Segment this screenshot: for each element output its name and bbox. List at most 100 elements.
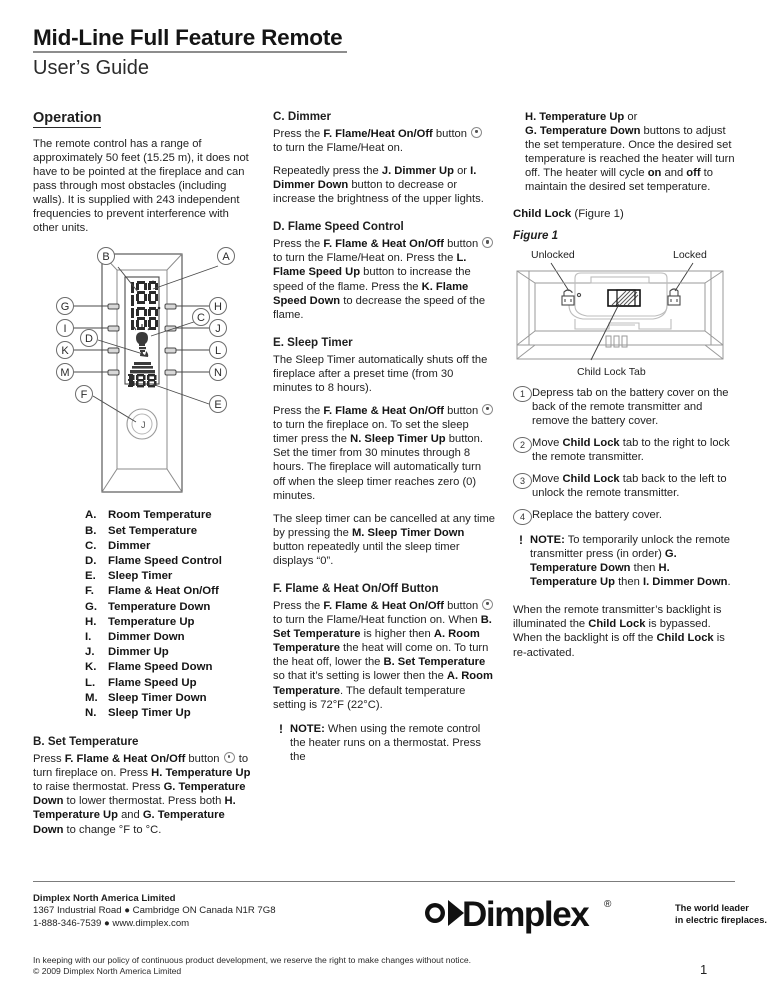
text-run: so that it’s setting is lower then the <box>273 670 447 683</box>
text-run: Press the <box>273 127 324 140</box>
operation-intro-paragraph: The remote control has a range of approx… <box>33 137 249 235</box>
list-item: H. Temperature Up <box>33 615 251 630</box>
svg-text:L: L <box>215 345 221 357</box>
legend-label: Flame Speed Down <box>108 661 213 674</box>
legend-label: Dimmer <box>108 539 151 552</box>
text-run-bold: F. Flame/Heat On/Off <box>323 127 433 140</box>
list-item: B. Set Temperature <box>33 524 251 539</box>
text-run-bold: off <box>686 167 701 180</box>
list-item: A. Room Temperature <box>33 508 251 523</box>
list-item: 2 Move Child Lock tab to the right to lo… <box>513 436 737 464</box>
text-run: then <box>614 576 643 589</box>
text-run: and <box>117 809 143 822</box>
exclamation-icon: ! <box>519 532 523 547</box>
set-temperature-heading: B. Set Temperature <box>33 735 139 749</box>
sleep-timer-heading: E. Sleep Timer <box>273 335 353 349</box>
power-button-icon <box>471 126 483 138</box>
svg-text:I: I <box>63 323 66 335</box>
text-run-bold: J. Dimmer Up <box>381 165 454 178</box>
text-run-bold: N. Sleep Timer Up <box>350 433 446 446</box>
text-run-bold: F. Flame & Heat On/Off <box>323 238 444 251</box>
tagline-line-1: The world leader <box>675 902 749 913</box>
text-run: Press the <box>273 405 324 418</box>
footer-fine-print: In keeping with our policy of continuous… <box>33 955 471 978</box>
svg-text:M: M <box>60 367 69 379</box>
text-run-bold: Child Lock <box>562 473 620 486</box>
note-block-thermostat: ! NOTE: When using the remote control th… <box>273 722 495 764</box>
list-item: 3 Move Child Lock tab back to the left t… <box>513 472 737 500</box>
list-item: I. Dimmer Down <box>33 630 251 645</box>
legend-key: K. <box>85 661 97 674</box>
locked-label: Locked <box>673 249 707 261</box>
flame-heat-button-paragraph: Press the F. Flame & Heat On/Off button … <box>273 598 495 712</box>
legend-key: G. <box>85 600 98 613</box>
backlight-paragraph: When the remote transmitter’s backlight … <box>513 603 737 659</box>
legend-key: L. <box>85 676 96 689</box>
text-run: to raise thermostat. Press <box>33 781 164 794</box>
power-button-icon <box>482 404 494 416</box>
legend-label: Set Temperature <box>108 524 198 537</box>
legend-key: H. <box>85 615 97 628</box>
legend-key: A. <box>85 509 97 522</box>
note-label: NOTE: <box>290 722 325 735</box>
child-lock-heading: Child Lock (Figure 1) <box>513 207 737 221</box>
flame-heat-button-heading: F. Flame & Heat On/Off Button <box>273 582 439 596</box>
text-run: button <box>185 753 223 766</box>
text-run: Press the <box>273 599 324 612</box>
legend-key: E. <box>85 570 96 583</box>
text-run-bold: M. Sleep Timer Down <box>351 526 465 539</box>
text-run-bold: F. Flame & Heat On/Off <box>323 599 444 612</box>
flame-speed-heading: D. Flame Speed Control <box>273 220 404 234</box>
text-run: button <box>432 127 471 140</box>
footer-divider <box>33 881 735 882</box>
text-run: Press the <box>273 238 324 251</box>
document-header: Mid-Line Full Feature Remote User’s Guid… <box>33 25 735 80</box>
child-lock-figure: Unlocked Locked Child Lock Tab <box>513 247 737 380</box>
step-text: Move Child Lock tab back to the left to … <box>532 472 737 500</box>
legend-label: Sleep Timer <box>108 570 173 583</box>
column-two: C. Dimmer Press the F. Flame/Heat On/Off… <box>273 110 495 764</box>
note-text: NOTE: When using the remote control the … <box>290 722 495 764</box>
dimmer-heading: C. Dimmer <box>273 110 331 123</box>
footer-address-block: Dimplex North America Limited 1367 Indus… <box>33 893 276 930</box>
list-item: N. Sleep Timer Up <box>33 706 251 721</box>
list-item: C. Dimmer <box>33 539 251 554</box>
step-number: 4 <box>513 508 532 525</box>
company-name: Dimplex North America Limited <box>33 893 176 904</box>
child-lock-tab-label: Child Lock Tab <box>577 366 646 378</box>
remote-control-diagram: J G I K M B D F A H C J L N E <box>33 244 251 502</box>
column-three: H. Temperature Up or G. Temperature Down… <box>513 110 737 669</box>
remote-legend-list: A. Room Temperature B. Set Temperature C. D… <box>33 508 251 721</box>
list-item: M. Sleep Timer Down <box>33 691 251 706</box>
text-run: Press <box>33 753 65 766</box>
flame-speed-paragraph: Press the F. Flame & Heat On/Off button … <box>273 237 495 322</box>
list-item: D. Flame Speed Control <box>33 554 251 569</box>
text-run: to turn the Flame/Heat on. <box>273 142 403 154</box>
text-run-bold: B. Set Temperature <box>383 656 486 669</box>
text-run: Move <box>532 437 563 450</box>
dimplex-logo-mark: Dimplex ® <box>425 895 612 934</box>
text-run: or <box>624 111 638 123</box>
text-run: button <box>443 405 482 418</box>
padlock-unlocked-icon <box>561 289 582 306</box>
text-run: to turn the Flame/Heat on. Press the <box>273 252 457 265</box>
text-run: button <box>443 599 482 612</box>
company-contact: 1-888-346-7539 ● www.dimplex.com <box>33 917 190 929</box>
list-item: E. Sleep Timer <box>33 569 251 584</box>
legend-label: Flame Speed Up <box>108 676 197 689</box>
text-run: Replace the battery cover. <box>532 509 662 522</box>
legend-key: I. <box>85 630 92 643</box>
text-run-bold: Child Lock <box>513 207 572 220</box>
svg-text:D: D <box>85 333 93 345</box>
page-subtitle: User’s Guide <box>33 57 149 80</box>
dimplex-logo: Dimplex ® The world leader in electric f… <box>418 890 767 936</box>
title-divider <box>33 51 347 54</box>
legend-key: F. <box>85 585 94 598</box>
column-one: Operation The remote control has a range… <box>33 110 251 846</box>
svg-text:K: K <box>61 345 69 357</box>
step-number: 1 <box>513 386 532 403</box>
svg-text:J: J <box>215 323 221 335</box>
svg-text:E: E <box>214 399 221 411</box>
text-run-bold: F. Flame & Heat On/Off <box>64 753 186 766</box>
svg-text:A: A <box>222 251 230 263</box>
